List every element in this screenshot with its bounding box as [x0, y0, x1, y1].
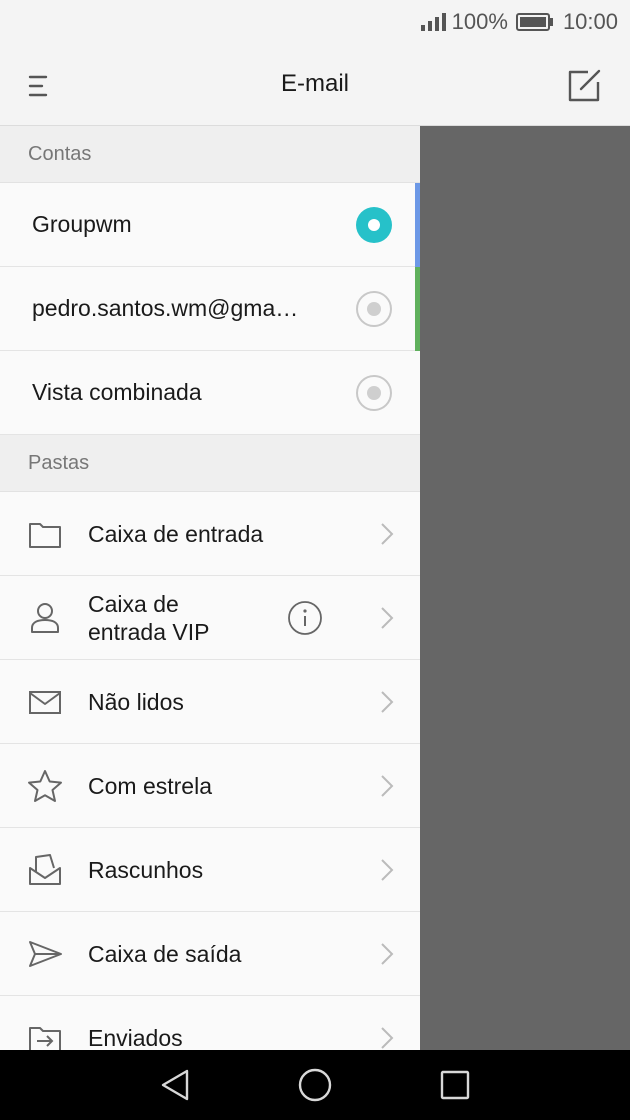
folder-label: Não lidos	[88, 688, 184, 715]
accounts-section-header: Contas	[0, 126, 420, 183]
status-bar: 100% 10:00	[0, 0, 630, 44]
system-navigation-bar	[0, 1050, 630, 1120]
folder-label: Caixa de entrada VIP	[88, 590, 209, 646]
folder-icon	[29, 523, 61, 548]
chevron-right-icon	[381, 691, 394, 713]
account-label: Groupwm	[32, 211, 132, 237]
account-radio[interactable]	[356, 375, 392, 411]
account-label: Vista combinada	[32, 379, 202, 405]
folder-label: Rascunhos	[88, 856, 204, 883]
home-circle-icon[interactable]	[297, 1067, 333, 1103]
folders-section-header: Pastas	[0, 435, 420, 492]
account-color-stripe	[415, 267, 420, 351]
folder-item-unread[interactable]: Não lidos	[0, 660, 420, 744]
chevron-right-icon	[381, 775, 394, 797]
account-item-groupwm[interactable]: Groupwm	[0, 183, 420, 267]
chevron-right-icon	[381, 523, 394, 545]
account-radio[interactable]	[356, 291, 392, 327]
compose-icon	[568, 69, 601, 102]
folder-label-line1: Caixa de	[88, 590, 179, 617]
chevron-right-icon	[381, 607, 394, 629]
folder-label: Enviados	[88, 1024, 183, 1051]
battery-icon	[515, 13, 553, 31]
account-color-stripe	[415, 183, 420, 267]
signal-icon	[420, 13, 446, 31]
compose-button[interactable]	[564, 66, 604, 106]
folder-label: Caixa de entrada	[88, 520, 264, 547]
account-label: pedro.santos.wm@gma…	[32, 295, 299, 321]
folder-item-vip-inbox[interactable]: Caixa de entrada VIP	[0, 576, 420, 660]
star-icon	[28, 770, 62, 802]
info-icon[interactable]	[287, 600, 323, 636]
folder-item-outbox[interactable]: Caixa de saída	[0, 912, 420, 996]
battery-percentage: 100%	[451, 9, 508, 34]
folder-label: Caixa de saída	[88, 940, 242, 967]
sent-folder-icon	[29, 1027, 61, 1050]
folder-label: Com estrela	[88, 772, 212, 799]
send-icon	[29, 941, 62, 967]
account-item-gmail[interactable]: pedro.santos.wm@gma…	[0, 267, 420, 351]
navigation-drawer: Contas Groupwm pedro.santos.wm@gma… Vist…	[0, 126, 420, 1050]
chevron-right-icon	[381, 859, 394, 881]
folder-label-line2: entrada VIP	[88, 618, 210, 645]
envelope-icon	[29, 691, 61, 714]
folder-item-inbox[interactable]: Caixa de entrada	[0, 492, 420, 576]
back-triangle-icon[interactable]	[157, 1067, 193, 1103]
folder-item-starred[interactable]: Com estrela	[0, 744, 420, 828]
recents-square-icon[interactable]	[437, 1067, 473, 1103]
folder-item-drafts[interactable]: Rascunhos	[0, 828, 420, 912]
account-radio-selected[interactable]	[356, 207, 392, 243]
folder-item-sent[interactable]: Enviados	[0, 996, 420, 1050]
person-icon	[31, 603, 59, 633]
chevron-right-icon	[381, 1027, 394, 1049]
clock: 10:00	[562, 9, 618, 34]
chevron-right-icon	[381, 943, 394, 965]
drawer-scrim[interactable]	[420, 126, 630, 1050]
drafts-icon	[29, 854, 61, 885]
app-bar: E-mail	[0, 44, 630, 126]
account-item-combined-view[interactable]: Vista combinada	[0, 351, 420, 435]
page-title: E-mail	[280, 70, 349, 97]
